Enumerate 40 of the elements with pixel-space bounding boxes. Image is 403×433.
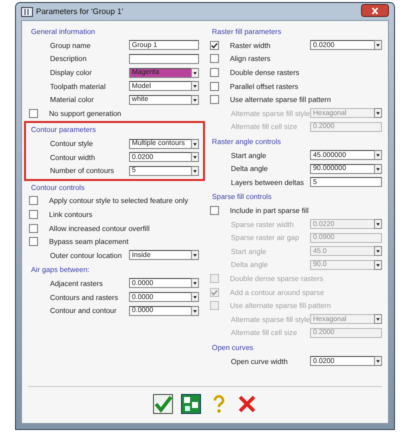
apply-button[interactable] [180, 394, 202, 416]
checkbox[interactable] [29, 224, 38, 233]
caret-icon [374, 246, 382, 256]
checkbox[interactable] [210, 206, 219, 216]
checkbox[interactable] [210, 68, 219, 78]
caret-icon [374, 150, 382, 160]
caret-icon [190, 152, 199, 162]
close-icon [370, 6, 380, 14]
caret-icon [374, 40, 382, 50]
caret-icon [190, 166, 199, 176]
caret-icon [190, 278, 199, 288]
close-button[interactable] [361, 4, 389, 17]
checkbox[interactable] [29, 108, 38, 118]
ok-button[interactable] [152, 394, 174, 416]
window-icon [21, 6, 33, 16]
checkbox[interactable] [210, 82, 219, 91]
checkbox[interactable] [210, 54, 219, 64]
caret-icon [190, 81, 199, 92]
close-icon [237, 394, 257, 414]
checkbox[interactable] [29, 210, 38, 220]
caret-icon [190, 68, 199, 78]
caret-icon [374, 219, 382, 230]
checkbox[interactable] [29, 237, 38, 246]
caret-icon [190, 306, 199, 316]
squares-icon [181, 394, 201, 414]
caret-icon [190, 94, 199, 105]
input-field[interactable] [128, 54, 199, 64]
caret-icon [374, 314, 382, 324]
caret-icon [190, 250, 199, 260]
caret-icon [374, 164, 382, 174]
caret-icon [190, 138, 199, 149]
checkbox[interactable] [29, 196, 38, 206]
caret-icon [374, 260, 382, 270]
checkbox[interactable] [210, 95, 219, 104]
caret-icon [374, 108, 382, 118]
caret-icon [374, 356, 382, 366]
caret-icon [190, 292, 199, 302]
checkmark-icon [153, 394, 173, 414]
checkbox[interactable] [210, 40, 219, 50]
window-title: Parameters for 'Group 1' [36, 7, 124, 16]
